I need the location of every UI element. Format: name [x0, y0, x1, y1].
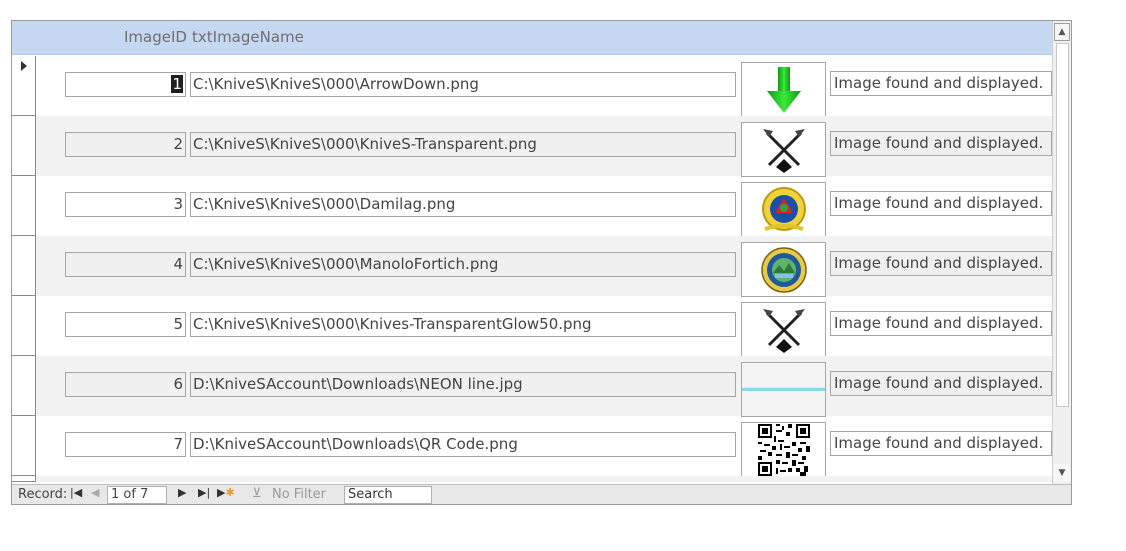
status-field[interactable]: Image found and displayed.: [830, 191, 1052, 216]
record-navigation-bar: Record: |◀ ◀ 1 of 7 ▶ ▶| ▶✱ ⊻ No Filter …: [12, 484, 1071, 504]
image-thumbnail: [741, 422, 826, 477]
record-selector[interactable]: [12, 416, 36, 476]
image-name-field[interactable]: C:\KniveS\KniveS\000\ArrowDown.png: [190, 72, 736, 97]
no-filter-button[interactable]: No Filter: [272, 487, 326, 502]
imageid-field[interactable]: 5: [65, 312, 186, 337]
status-field[interactable]: Image found and displayed.: [830, 251, 1052, 276]
image-name-field[interactable]: C:\KniveS\KniveS\000\Damilag.png: [190, 192, 736, 217]
imageid-field[interactable]: 3: [65, 192, 186, 217]
first-record-icon[interactable]: |◀: [70, 486, 82, 499]
record-selector[interactable]: [12, 176, 36, 236]
current-record-icon: [21, 61, 27, 71]
status-field[interactable]: Image found and displayed.: [830, 311, 1052, 336]
image-name-field[interactable]: D:\KniveSAccount\Downloads\NEON line.jpg: [190, 372, 736, 397]
image-thumbnail: [741, 62, 826, 117]
green-arrow-down-icon: [766, 66, 801, 113]
image-name-field[interactable]: C:\KniveS\KniveS\000\Knives-TransparentG…: [190, 312, 736, 337]
record-list: 1 C:\KniveS\KniveS\000\ArrowDown.png Ima…: [12, 56, 1052, 482]
record-selector[interactable]: [12, 296, 36, 356]
record-row: 3 C:\KniveS\KniveS\000\Damilag.png Image…: [12, 176, 1052, 237]
crossed-knives-glow-icon: [762, 308, 805, 353]
header-imageid-label: ImageID: [124, 28, 187, 46]
imageid-field[interactable]: 7: [65, 432, 186, 457]
image-thumbnail: [741, 362, 826, 417]
damilag-seal-icon: [761, 186, 806, 231]
previous-record-icon[interactable]: ◀: [91, 486, 99, 499]
record-row: 2 C:\KniveS\KniveS\000\KniveS-Transparen…: [12, 116, 1052, 177]
new-record-selector[interactable]: [12, 476, 36, 482]
neon-line-icon: [742, 387, 825, 391]
record-selector[interactable]: [12, 56, 36, 116]
image-thumbnail: [741, 302, 826, 357]
scroll-up-button[interactable]: ▲: [1054, 23, 1070, 41]
last-record-icon[interactable]: ▶|: [198, 486, 210, 499]
record-row-partial: [12, 476, 1052, 482]
scrollbar-thumb[interactable]: [1056, 43, 1069, 407]
qr-code-icon: [757, 423, 810, 476]
crossed-knives-icon: [762, 128, 805, 173]
filter-icon[interactable]: ⊻: [252, 486, 262, 501]
scroll-down-button[interactable]: ▼: [1054, 464, 1070, 482]
status-field[interactable]: Image found and displayed.: [830, 431, 1052, 456]
image-name-field[interactable]: D:\KniveSAccount\Downloads\QR Code.png: [190, 432, 736, 457]
record-row: 4 C:\KniveS\KniveS\000\ManoloFortich.png…: [12, 236, 1052, 297]
new-record-icon[interactable]: ▶✱: [217, 486, 235, 499]
status-field[interactable]: Image found and displayed.: [830, 71, 1052, 96]
record-row: 6 D:\KniveSAccount\Downloads\NEON line.j…: [12, 356, 1052, 417]
vertical-scrollbar[interactable]: ▲ ▼: [1052, 21, 1071, 484]
search-input[interactable]: Search: [344, 486, 432, 504]
record-selector[interactable]: [12, 236, 36, 296]
record-selector[interactable]: [12, 356, 36, 416]
record-row: 7 D:\KniveSAccount\Downloads\QR Code.png: [12, 416, 1052, 477]
record-row: 5 C:\KniveS\KniveS\000\Knives-Transparen…: [12, 296, 1052, 357]
imageid-field[interactable]: 1: [65, 72, 186, 97]
manolo-fortich-seal-icon: [760, 246, 807, 293]
image-thumbnail: [741, 122, 826, 177]
record-label: Record:: [18, 487, 68, 502]
status-field[interactable]: Image found and displayed.: [830, 131, 1052, 156]
status-field[interactable]: Image found and displayed.: [830, 371, 1052, 396]
imageid-field[interactable]: 2: [65, 132, 186, 157]
imageid-field[interactable]: 4: [65, 252, 186, 277]
current-record-input[interactable]: 1 of 7: [107, 486, 167, 504]
image-thumbnail: [741, 242, 826, 297]
form-header: ImageID txtImageName: [12, 21, 1052, 55]
continuous-form: ImageID txtImageName 1 C:\KniveS\KniveS\…: [11, 20, 1072, 505]
image-name-field[interactable]: C:\KniveS\KniveS\000\KniveS-Transparent.…: [190, 132, 736, 157]
record-selector[interactable]: [12, 116, 36, 176]
imageid-field[interactable]: 6: [65, 372, 186, 397]
record-row: 1 C:\KniveS\KniveS\000\ArrowDown.png Ima…: [12, 56, 1052, 117]
next-record-icon[interactable]: ▶: [178, 486, 186, 499]
image-thumbnail: [741, 182, 826, 237]
header-imagename-label: txtImageName: [192, 28, 304, 46]
image-name-field[interactable]: C:\KniveS\KniveS\000\ManoloFortich.png: [190, 252, 736, 277]
